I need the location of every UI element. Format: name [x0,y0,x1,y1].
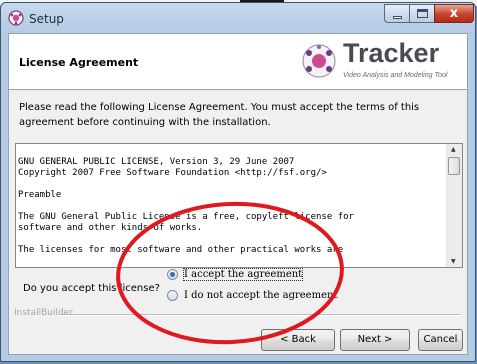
tracker-logo-icon [302,44,336,78]
scroll-down-icon[interactable]: ▼ [451,258,456,265]
maximize-button[interactable] [409,4,435,23]
close-button[interactable]: x [434,4,474,23]
next-button[interactable]: Next > [340,329,410,351]
page-title: License Agreement [19,56,139,69]
logo-tagline: Video Analysis and Modeling Tool [343,72,448,79]
license-line: Copyright 2007 Free Software Foundation … [18,168,327,178]
window-title: Setup [29,12,64,26]
scroll-up-icon[interactable]: ▲ [451,146,456,153]
installbuilder-brand: InstallBuilder [14,308,73,318]
license-scrollbar[interactable]: ▲ ▼ [446,144,462,267]
logo-wordmark: Tracker [343,38,440,68]
license-line: ​ [18,179,446,190]
scroll-thumb[interactable] [448,157,460,175]
title-bar[interactable]: Setup x [1,3,475,33]
page-header: License Agreement Tracker Video Analysis… [9,34,467,90]
close-icon: x [449,6,459,21]
red-circle-annotation [116,201,344,345]
setup-app-icon [8,10,24,26]
minimize-button[interactable] [384,4,410,23]
license-line: GNU GENERAL PUBLIC LICENSE, Version 3, 2… [18,157,295,167]
tracker-logo: Tracker Video Analysis and Modeling Tool [299,38,465,87]
cancel-button[interactable]: Cancel [418,329,463,351]
intro-text: Please read the following License Agreem… [19,102,420,128]
